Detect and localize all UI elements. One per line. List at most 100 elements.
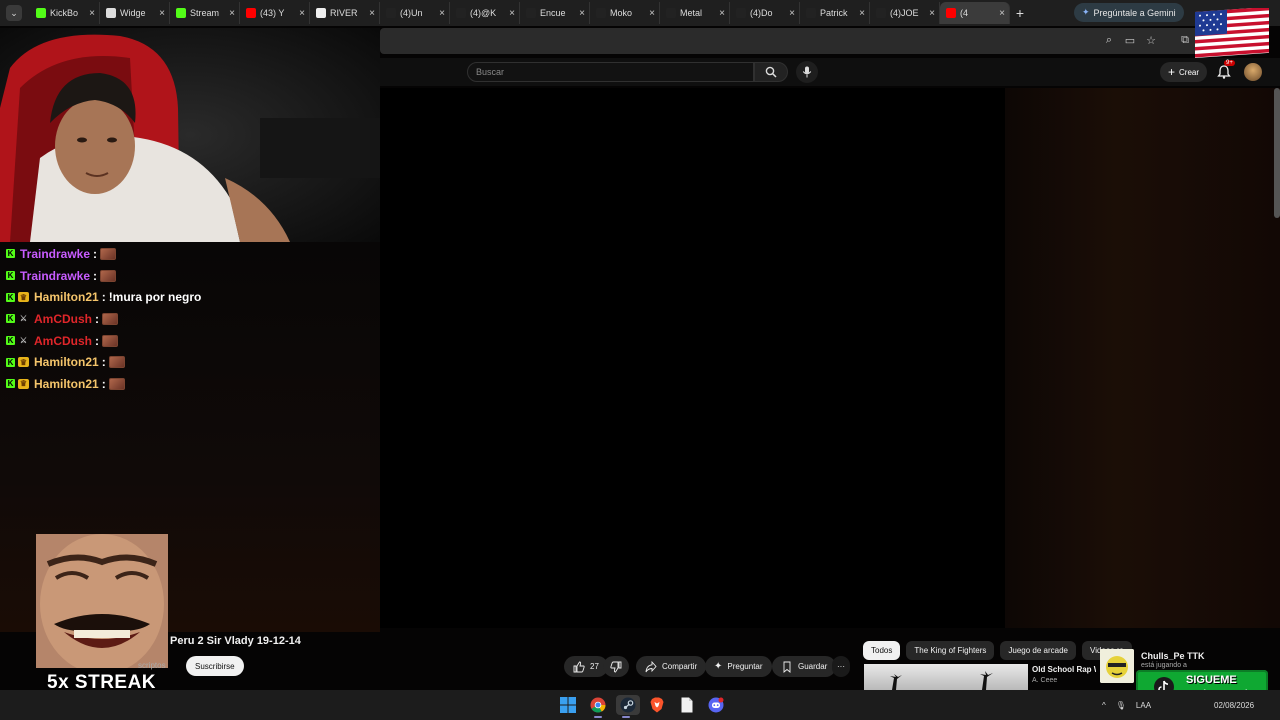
kick-icon: K [6, 357, 15, 367]
chat-message: K ♛ Hamilton21: !mura por negro [6, 286, 346, 308]
share-icon [645, 660, 657, 672]
filter-chip[interactable]: Todos [863, 641, 901, 660]
tab-favicon-icon [666, 8, 676, 18]
tab-label: RIVER [330, 8, 358, 18]
zoom-icon[interactable]: ⌕ [1102, 34, 1116, 48]
browser-tab[interactable]: (4)Do × [730, 2, 800, 24]
webcam-feed [0, 28, 380, 242]
extensions-icon[interactable]: ⧉ [1178, 34, 1192, 48]
browser-tab[interactable]: RIVER × [310, 2, 380, 24]
dislike-button[interactable] [603, 656, 629, 677]
chat-separator: : [101, 355, 106, 370]
browser-tab[interactable]: Widge × [100, 2, 170, 24]
ask-button[interactable]: ✦ Preguntar [705, 656, 772, 677]
close-tab-icon[interactable]: × [925, 8, 939, 19]
taskbar-chrome[interactable] [588, 695, 608, 718]
windows-icon [560, 697, 576, 713]
filter-chip[interactable]: The King of Fighters [906, 641, 995, 660]
clock[interactable]: 02/08/2026 [1214, 690, 1254, 720]
browser-tab[interactable]: Moko × [590, 2, 660, 24]
plus-icon: + [1168, 65, 1176, 79]
chat-username: Traindrawke [20, 246, 91, 261]
tab-favicon-icon [106, 8, 116, 18]
chat-message: K Traindrawke: [6, 243, 346, 265]
close-tab-icon[interactable]: × [575, 8, 589, 19]
screen: ⌄ KickBo × Widge × Stream × (43) Y × RIVER × (4)Un… [0, 0, 1280, 720]
gemini-button[interactable]: ✦ Pregúntale a Gemini [1074, 3, 1184, 22]
close-tab-icon[interactable]: × [225, 8, 239, 19]
browser-tab[interactable]: (4)Un × [380, 2, 450, 24]
browser-tab[interactable]: (4)@K × [450, 2, 520, 24]
video-player[interactable] [380, 88, 1005, 628]
tab-favicon-icon [316, 8, 326, 18]
tab-label: Widge [120, 8, 146, 18]
browser-tab[interactable]: (43) Y × [240, 2, 310, 24]
subscribe-button[interactable]: Suscribirse [186, 656, 244, 676]
alert-name: Chulls_Pe TTK [1141, 651, 1205, 661]
close-tab-icon[interactable]: × [785, 8, 799, 19]
chat-username: Hamilton21 [34, 290, 99, 305]
windows-start-button[interactable] [558, 695, 578, 715]
close-tab-icon[interactable]: × [645, 8, 659, 19]
close-tab-icon[interactable]: × [295, 8, 309, 19]
close-tab-icon[interactable]: × [365, 8, 379, 19]
taskbar-file[interactable] [677, 695, 697, 715]
taskbar-discord[interactable] [706, 695, 726, 715]
share-button[interactable]: Compartir [636, 656, 707, 677]
create-button[interactable]: + Crear [1160, 62, 1208, 82]
browser-tab[interactable]: Metal × [660, 2, 730, 24]
chat-message: K ⚔ AmCDush: [6, 308, 346, 330]
notification-badge: 9+ [1224, 60, 1235, 66]
search-input[interactable]: Buscar [467, 62, 754, 82]
close-tab-icon[interactable]: × [85, 8, 99, 19]
close-tab-icon[interactable]: × [855, 8, 869, 19]
taskbar-steam[interactable] [616, 695, 640, 718]
browser-tab[interactable]: (4 × [940, 2, 1010, 24]
save-button[interactable]: Guardar [772, 656, 837, 677]
browser-tab[interactable]: KickBo × [30, 2, 100, 24]
taskbar-brave[interactable] [647, 695, 667, 715]
more-actions-button[interactable]: ··· [832, 656, 850, 677]
browser-tab[interactable]: Encue × [520, 2, 590, 24]
close-tab-icon[interactable]: × [505, 8, 519, 19]
crown-badge-icon: ♛ [18, 357, 29, 368]
bell-icon[interactable] [1216, 64, 1232, 80]
alert-image [1100, 649, 1134, 683]
save-icon [783, 661, 791, 673]
new-tab-button[interactable]: + [1010, 5, 1030, 21]
filter-chip[interactable]: Juego de arcade [1000, 641, 1077, 660]
tab-favicon-icon [456, 8, 466, 18]
bookmark-star-icon[interactable]: ☆ [1144, 34, 1158, 48]
search-button[interactable] [754, 62, 788, 82]
tray-mic-icon[interactable]: 🎙 [1116, 701, 1126, 710]
browser-tab[interactable]: Stream × [170, 2, 240, 24]
tab-favicon-icon [526, 8, 536, 18]
like-icon [573, 661, 585, 672]
recommendation-title[interactable]: Old School Rap We [1032, 665, 1096, 674]
tray-chevron-icon[interactable]: ^ [1102, 701, 1106, 710]
browser-tab[interactable]: Patrick × [800, 2, 870, 24]
tab-label: Metal [680, 8, 703, 18]
tab-label: (4)Un [400, 8, 423, 18]
like-button[interactable]: 27 [564, 656, 608, 677]
recommendation-thumbnail[interactable] [864, 664, 1028, 690]
voice-search-button[interactable] [796, 61, 818, 83]
create-label: Crear [1179, 67, 1200, 77]
emote-icon [102, 334, 119, 347]
close-tab-icon[interactable]: × [995, 8, 1009, 19]
browser-tab[interactable]: (4)JOE × [870, 2, 940, 24]
input-language[interactable]: LAA [1136, 701, 1151, 710]
moderator-badge-icon: ⚔ [19, 336, 28, 346]
page-scrollbar[interactable] [1274, 88, 1280, 218]
close-tab-icon[interactable]: × [715, 8, 729, 19]
install-app-icon[interactable]: ▭ [1123, 34, 1137, 48]
account-avatar[interactable] [1244, 63, 1262, 81]
tab-search-menu-button[interactable]: ⌄ [6, 5, 22, 21]
tab-label: (4)@K [470, 8, 497, 18]
close-tab-icon[interactable]: × [435, 8, 449, 19]
chrome-icon [590, 697, 606, 713]
gemini-label: Pregúntale a Gemini [1093, 7, 1176, 18]
chat-overlay: K Traindrawke: K Traindrawke: K ♛ Hamilton21:!… [6, 243, 346, 395]
tab-label: (4)Do [750, 8, 773, 18]
close-tab-icon[interactable]: × [155, 8, 169, 19]
